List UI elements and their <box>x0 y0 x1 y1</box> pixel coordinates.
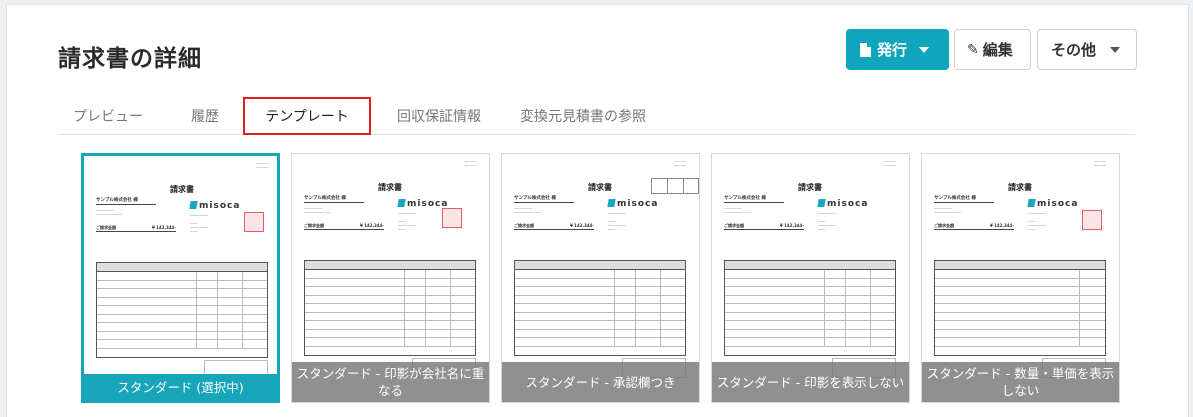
invoice-thumbnail: ─── ─── ─── ─── 請求書 サンプル株式会社 様 ──────────… <box>302 160 478 392</box>
thumbnail-amount: ご請求金額 ¥ 142,344- <box>304 223 384 230</box>
document-icon <box>860 42 871 57</box>
more-button-label: その他 <box>1051 41 1097 59</box>
thumbnail-date: ─── ─── ─── ─── <box>464 160 476 168</box>
thumbnail-note: ────────── ─────────────── <box>724 207 752 215</box>
template-card-no-stamp[interactable]: ─── ─── ─── ─── 請求書 サンプル株式会社 様 ──────────… <box>711 153 910 403</box>
template-caption: スタンダード (選択中) <box>84 374 277 400</box>
tab-preview[interactable]: プレビュー <box>58 97 158 135</box>
template-card-standard[interactable]: ─── ─── ─── ─── 請求書 サンプル株式会社 様 ──────────… <box>81 153 280 403</box>
template-caption: スタンダード - 承認欄つき <box>502 362 699 402</box>
stamp-seal <box>442 208 462 228</box>
thumbnail-sender: ────────── ──── ────────── ──── <box>608 212 627 232</box>
thumbnail-amount: ご請求金額 ¥ 142,344- <box>724 223 804 230</box>
page-title: 請求書の詳細 <box>58 46 202 72</box>
template-card-stamp-overlap[interactable]: ─── ─── ─── ─── 請求書 サンプル株式会社 様 ──────────… <box>291 153 490 403</box>
thumbnail-doc-title: 請求書 <box>378 183 402 192</box>
thumbnail-date: ─── ─── ─── ─── <box>256 162 268 170</box>
thumbnail-logo: misoca <box>817 199 868 209</box>
stamp-seal <box>1082 210 1102 230</box>
thumbnail-doc-title: 請求書 <box>798 183 822 192</box>
thumbnail-line-items <box>724 260 896 356</box>
thumbnail-amount: ご請求金額 ¥ 142,344- <box>514 223 594 230</box>
tab-bar: プレビュー 履歴 テンプレート 回収保証情報 変換元見積書の参照 <box>58 97 1135 135</box>
template-caption: スタンダード - 印影が会社名に重なる <box>292 362 489 402</box>
thumbnail-sender: ────────── ──── ────────── ──── <box>1028 212 1047 232</box>
edit-button[interactable]: ✎ 編集 <box>954 29 1031 70</box>
thumbnail-amount: ご請求金額 ¥ 142,344- <box>96 225 176 232</box>
template-caption: スタンダード - 印影を表示しない <box>712 362 909 402</box>
thumbnail-line-items <box>934 260 1106 356</box>
template-card-no-quantity[interactable]: ─── ─── ─── ─── 請求書 サンプル株式会社 様 ──────────… <box>921 153 1120 403</box>
thumbnail-sender: ────────── ──── ────────── ──── <box>398 212 417 232</box>
stamp-seal <box>244 212 264 232</box>
issue-button-label: 発行 <box>877 41 908 59</box>
thumbnail-logo: misoca <box>397 199 448 209</box>
thumbnail-line-items <box>514 260 686 356</box>
thumbnail-date: ─── ─── ─── ─── <box>884 160 896 168</box>
invoice-thumbnail: ─── ─── ─── ─── 請求書 サンプル株式会社 様 ──────────… <box>512 160 699 392</box>
thumbnail-logo: misoca <box>1027 199 1078 209</box>
thumbnail-logo: misoca <box>607 199 658 209</box>
invoice-thumbnail: ─── ─── ─── ─── 請求書 サンプル株式会社 様 ──────────… <box>94 162 270 394</box>
invoice-thumbnail: ─── ─── ─── ─── 請求書 サンプル株式会社 様 ──────────… <box>932 160 1108 392</box>
tab-collection-guarantee[interactable]: 回収保証情報 <box>384 97 494 135</box>
thumbnail-sender: ────────── ──── ────────── ──── <box>190 214 209 234</box>
thumbnail-customer: サンプル株式会社 様 <box>96 198 156 205</box>
issue-button[interactable]: 発行 <box>846 29 949 70</box>
tab-history[interactable]: 履歴 <box>170 97 240 135</box>
chevron-down-icon <box>1110 46 1121 53</box>
thumbnail-doc-title: 請求書 <box>1008 183 1032 192</box>
thumbnail-doc-title: 請求書 <box>588 183 612 192</box>
tab-source-estimate[interactable]: 変換元見積書の参照 <box>513 97 653 135</box>
thumbnail-sender: ────────── ──── ────────── ──── <box>818 212 837 232</box>
thumbnail-customer: サンプル株式会社 様 <box>724 196 784 203</box>
thumbnail-note: ────────── ─────────────── <box>514 207 542 215</box>
thumbnail-date: ─── ─── ─── ─── <box>674 160 686 168</box>
pencil-icon: ✎ <box>967 41 979 58</box>
invoice-thumbnail: ─── ─── ─── ─── 請求書 サンプル株式会社 様 ──────────… <box>722 160 898 392</box>
thumbnail-note: ────────── ─────────────── <box>304 207 332 215</box>
template-card-approval[interactable]: ─── ─── ─── ─── 請求書 サンプル株式会社 様 ──────────… <box>501 153 700 403</box>
thumbnail-note: ────────── ─────────────── <box>96 209 124 217</box>
thumbnail-line-items <box>96 262 268 358</box>
thumbnail-logo: misoca <box>189 201 240 211</box>
more-button[interactable]: その他 <box>1037 29 1137 70</box>
thumbnail-customer: サンプル株式会社 様 <box>304 196 364 203</box>
thumbnail-customer: サンプル株式会社 様 <box>934 196 994 203</box>
chevron-down-icon <box>919 46 930 53</box>
thumbnail-note: ────────── ─────────────── <box>934 207 962 215</box>
template-caption: スタンダード - 数量・単価を表示しない <box>922 362 1119 402</box>
thumbnail-date: ─── ─── ─── ─── <box>1094 160 1106 168</box>
tab-template[interactable]: テンプレート <box>243 97 371 135</box>
thumbnail-doc-title: 請求書 <box>170 185 194 194</box>
thumbnail-customer: サンプル株式会社 様 <box>514 196 574 203</box>
thumbnail-amount: ご請求金額 ¥ 142,344- <box>934 223 1014 230</box>
edit-button-label: 編集 <box>982 41 1013 59</box>
thumbnail-line-items <box>304 260 476 356</box>
